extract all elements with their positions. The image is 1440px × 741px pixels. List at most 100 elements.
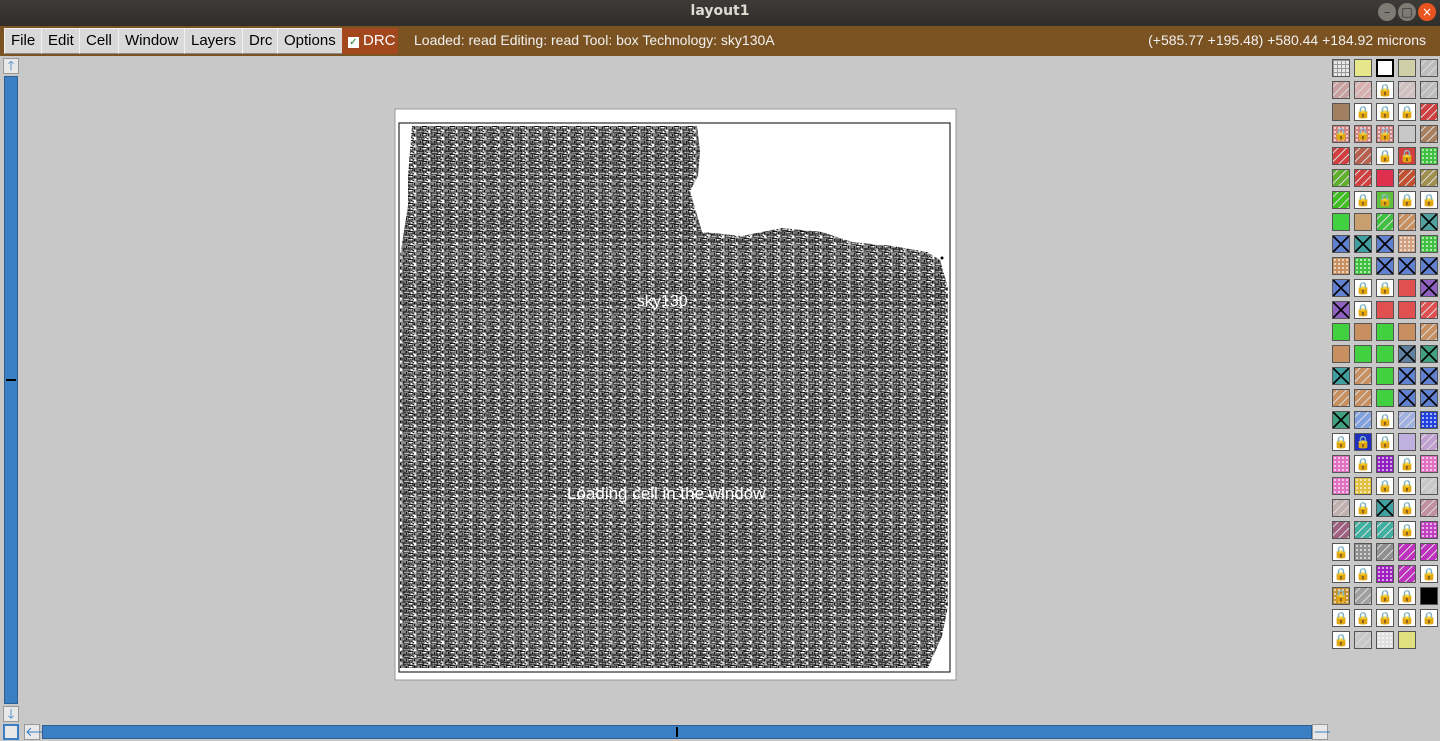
layer-swatch[interactable] [1420, 257, 1438, 275]
layer-swatch[interactable] [1354, 345, 1372, 363]
scroll-left-icon[interactable]: 🡐 [24, 724, 60, 740]
layer-swatch[interactable] [1420, 455, 1438, 473]
layer-swatch[interactable] [1332, 81, 1350, 99]
layer-swatch[interactable] [1354, 213, 1372, 231]
layer-swatch[interactable] [1420, 147, 1438, 165]
layer-swatch[interactable] [1354, 411, 1372, 429]
layer-swatch[interactable] [1332, 169, 1350, 187]
layer-swatch[interactable] [1398, 59, 1416, 77]
layer-swatch[interactable]: 🔒 [1420, 565, 1438, 583]
layer-swatch[interactable] [1354, 543, 1372, 561]
layer-swatch[interactable] [1376, 455, 1394, 473]
layer-swatch[interactable] [1420, 587, 1438, 605]
layer-swatch[interactable] [1420, 411, 1438, 429]
layer-swatch[interactable] [1354, 389, 1372, 407]
layer-swatch[interactable] [1376, 169, 1394, 187]
layer-swatch[interactable] [1398, 169, 1416, 187]
menu-edit[interactable]: Edit [41, 28, 81, 54]
layer-swatch[interactable] [1354, 257, 1372, 275]
layer-swatch[interactable] [1332, 323, 1350, 341]
layer-swatch[interactable]: 🔒 [1376, 125, 1394, 143]
layer-swatch[interactable] [1332, 147, 1350, 165]
layer-swatch[interactable] [1420, 235, 1438, 253]
layer-swatch[interactable] [1398, 367, 1416, 385]
layer-swatch[interactable] [1354, 147, 1372, 165]
drc-toggle[interactable]: ✓ DRC [342, 28, 398, 54]
layer-swatch[interactable] [1332, 213, 1350, 231]
layer-swatch[interactable] [1354, 631, 1372, 649]
layer-swatch[interactable]: 🔒 [1376, 147, 1394, 165]
layout-canvas[interactable]: sky130 Loading cell in the window [22, 56, 1330, 724]
layer-swatch[interactable] [1420, 301, 1438, 319]
layer-swatch[interactable] [1398, 81, 1416, 99]
menu-file[interactable]: File [4, 28, 43, 54]
layer-swatch[interactable]: 🔒 [1332, 587, 1350, 605]
layer-swatch[interactable] [1376, 323, 1394, 341]
layer-swatch[interactable]: 🔒 [1376, 433, 1394, 451]
layer-swatch[interactable] [1332, 345, 1350, 363]
layer-swatch[interactable]: 🔒 [1376, 609, 1394, 627]
layer-swatch[interactable] [1332, 59, 1350, 77]
layer-swatch[interactable]: 🔒 [1398, 191, 1416, 209]
layer-swatch[interactable] [1332, 257, 1350, 275]
horizontal-scrollbar[interactable]: 🡐 🡒 [22, 724, 1348, 741]
layer-swatch[interactable] [1354, 367, 1372, 385]
layer-swatch[interactable] [1354, 169, 1372, 187]
layer-swatch[interactable] [1332, 455, 1350, 473]
layer-swatch[interactable]: 🔒 [1376, 81, 1394, 99]
layer-swatch[interactable] [1398, 433, 1416, 451]
layer-swatch[interactable]: 🔒 [1398, 587, 1416, 605]
layer-swatch[interactable] [1398, 565, 1416, 583]
layer-swatch[interactable]: 🔒 [1398, 477, 1416, 495]
layer-swatch[interactable] [1420, 169, 1438, 187]
menu-drc[interactable]: Drc [242, 28, 280, 54]
layer-swatch[interactable] [1354, 521, 1372, 539]
layer-swatch[interactable]: 🔒 [1398, 521, 1416, 539]
close-button[interactable]: × [1418, 3, 1436, 21]
layer-swatch[interactable] [1332, 367, 1350, 385]
layer-swatch[interactable]: 🔒 [1398, 609, 1416, 627]
layer-swatch[interactable] [1398, 125, 1416, 143]
layer-swatch[interactable] [1398, 389, 1416, 407]
layer-swatch[interactable]: 🔒 [1376, 103, 1394, 121]
layer-swatch[interactable] [1376, 213, 1394, 231]
layer-swatch[interactable] [1354, 59, 1372, 77]
menu-cell[interactable]: Cell [79, 28, 119, 54]
minimize-button[interactable]: – [1378, 3, 1396, 21]
layer-swatch[interactable] [1332, 103, 1350, 121]
layer-swatch[interactable] [1398, 301, 1416, 319]
layer-swatch[interactable] [1332, 411, 1350, 429]
layer-swatch[interactable] [1420, 103, 1438, 121]
layer-swatch[interactable]: 🔒 [1354, 609, 1372, 627]
layer-swatch[interactable]: 🔒 [1332, 125, 1350, 143]
menu-window[interactable]: Window [118, 28, 186, 54]
layer-swatch[interactable]: 🔒 [1332, 565, 1350, 583]
layer-swatch[interactable]: 🔒 [1376, 411, 1394, 429]
layer-swatch[interactable] [1420, 279, 1438, 297]
layer-swatch[interactable] [1376, 543, 1394, 561]
layer-swatch[interactable] [1398, 213, 1416, 231]
layer-swatch[interactable]: 🔒 [1354, 301, 1372, 319]
layer-swatch[interactable] [1398, 631, 1416, 649]
layer-swatch[interactable] [1354, 323, 1372, 341]
layer-swatch[interactable] [1398, 323, 1416, 341]
layer-swatch[interactable]: 🔒 [1376, 191, 1394, 209]
vertical-scrollbar[interactable]: 🡑 🡓 [0, 56, 22, 724]
layer-swatch[interactable] [1376, 257, 1394, 275]
layer-swatch[interactable] [1420, 389, 1438, 407]
layer-swatch[interactable] [1420, 81, 1438, 99]
layer-swatch[interactable] [1332, 279, 1350, 297]
scroll-down-icon[interactable]: 🡓 [3, 706, 19, 722]
layer-swatch[interactable] [1332, 477, 1350, 495]
layer-swatch[interactable] [1420, 477, 1438, 495]
layer-swatch[interactable]: 🔒 [1332, 543, 1350, 561]
layer-swatch[interactable]: 🔒 [1354, 499, 1372, 517]
layer-swatch[interactable] [1354, 235, 1372, 253]
layer-swatch[interactable] [1354, 587, 1372, 605]
layer-swatch[interactable] [1332, 191, 1350, 209]
layer-swatch[interactable] [1398, 257, 1416, 275]
vertical-scroll-trough[interactable] [4, 76, 18, 704]
layer-swatch[interactable]: 🔒 [1332, 609, 1350, 627]
layer-swatch[interactable]: 🔒 [1354, 455, 1372, 473]
layer-swatch[interactable]: 🔒 [1354, 125, 1372, 143]
